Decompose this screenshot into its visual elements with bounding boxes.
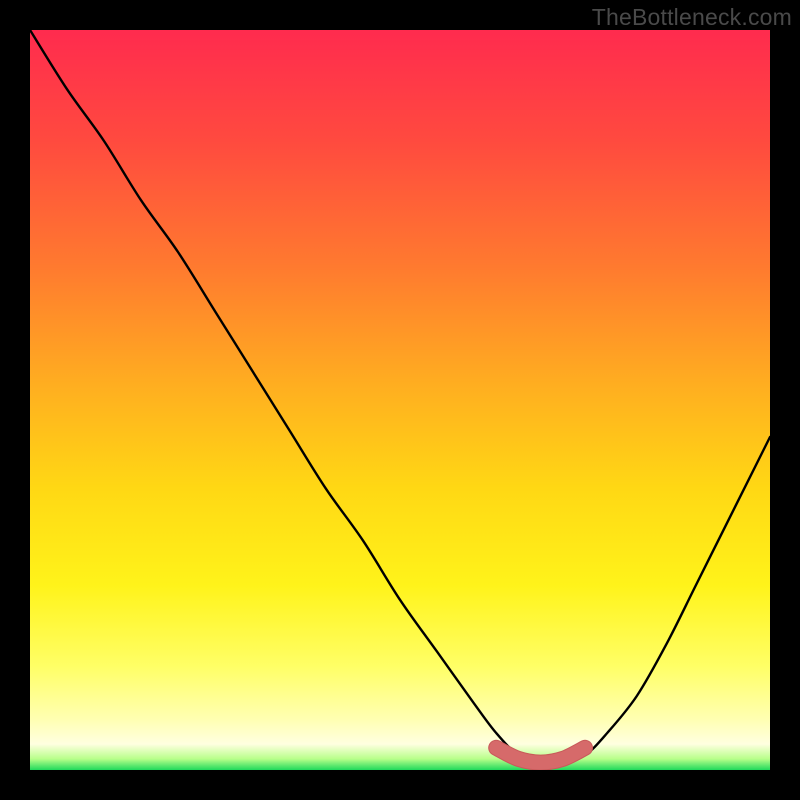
plot-area [30,30,770,770]
bottleneck-curve [30,30,770,764]
min-plateau-markers [496,748,585,763]
chart-frame: TheBottleneck.com [0,0,800,800]
watermark-text: TheBottleneck.com [592,4,792,31]
curve-overlay [30,30,770,770]
